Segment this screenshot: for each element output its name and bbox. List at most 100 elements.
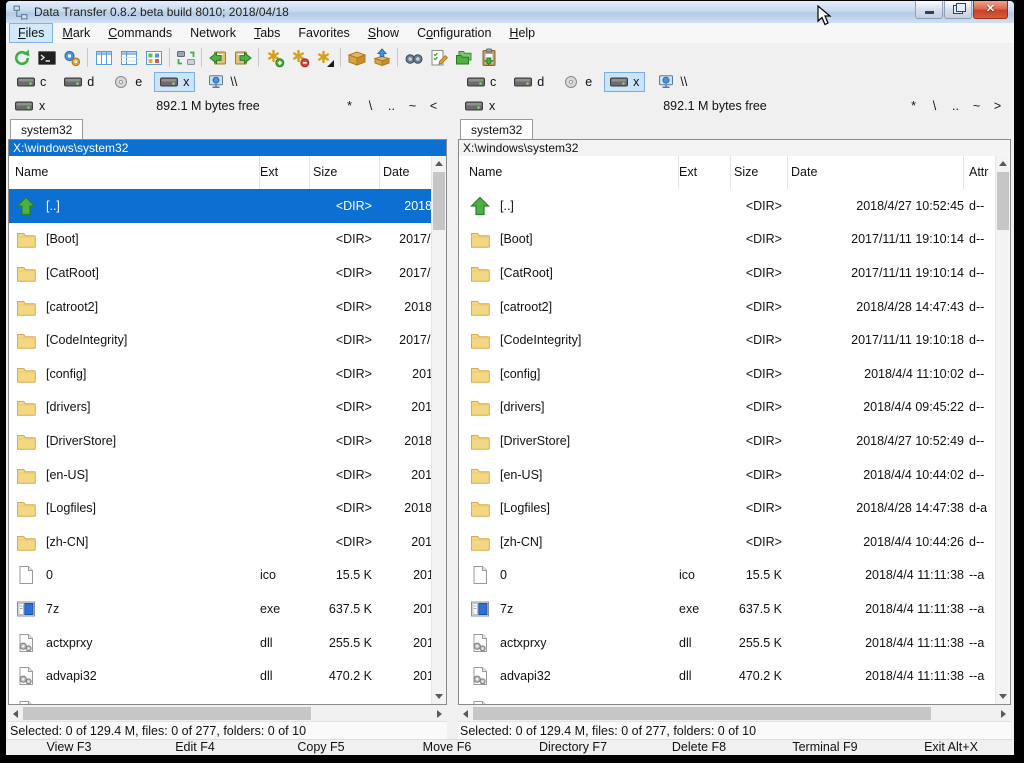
scroll-right-button[interactable] (432, 706, 447, 721)
file-row[interactable]: [en-US]<DIR>2018/4/4 10:44:02d-- (459, 458, 995, 492)
scroll-left-button[interactable] (8, 706, 23, 721)
horizontal-scrollbar[interactable] (8, 706, 447, 721)
restore-button[interactable] (944, 1, 972, 19)
file-row[interactable]: [CodeIntegrity]<DIR>2017/11/11 19:10:18d… (459, 323, 995, 357)
home-button[interactable]: ~ (402, 99, 423, 113)
drive-button-d[interactable]: d (58, 72, 100, 92)
file-row[interactable]: 0ico15.5 K2018/4/4 11:11:38--a (9, 559, 431, 593)
file-row[interactable]: [Logfiles]<DIR>2018/4/28 14:47:38d-a (9, 491, 431, 525)
path-bar[interactable]: X:\windows\system32 (9, 140, 446, 156)
refresh-button[interactable] (9, 46, 34, 69)
file-row[interactable] (459, 693, 995, 704)
horizontal-scrollbar[interactable] (458, 706, 1011, 721)
scroll-right-button[interactable] (996, 706, 1011, 721)
drive-button-e[interactable]: e (556, 72, 598, 92)
scroll-up-button[interactable] (432, 156, 446, 171)
file-row[interactable]: 7zexe637.5 K2018/4/4 11:11:38--a (459, 592, 995, 626)
fn-edit-f4[interactable]: Edit F4 (132, 740, 258, 755)
column-header-size[interactable]: Size (310, 156, 380, 189)
fn-delete-f8[interactable]: Delete F8 (636, 740, 762, 755)
file-row[interactable]: [zh-CN]<DIR>2018/4/4 10:44:26d-- (459, 525, 995, 559)
scroll-down-button[interactable] (432, 689, 446, 704)
title-bar[interactable]: Data Transfer 0.8.2 beta build 8010; 201… (6, 1, 1014, 23)
vertical-scrollbar[interactable] (431, 156, 446, 704)
file-row[interactable] (9, 693, 431, 704)
drive-selector[interactable]: x (15, 99, 77, 113)
menu-mark[interactable]: Mark (53, 23, 99, 43)
menu-show[interactable]: Show (359, 23, 408, 43)
close-button[interactable]: ✕ (973, 1, 1008, 19)
menu-commands[interactable]: Commands (99, 23, 181, 43)
menu-files[interactable]: Files (9, 23, 53, 43)
menu-configuration[interactable]: Configuration (408, 23, 500, 43)
vertical-scroll-thumb[interactable] (997, 172, 1009, 230)
settings-button[interactable] (59, 46, 84, 69)
file-row[interactable]: [catroot2]<DIR>2018/4/28 14:47:43d-- (9, 290, 431, 324)
fn-terminal-f9[interactable]: Terminal F9 (762, 740, 888, 755)
history-forward-button[interactable]: > (987, 99, 1008, 113)
file-row[interactable]: actxprxydll255.5 K2018/4/4 11:11:38--a (459, 626, 995, 660)
search-button[interactable] (401, 46, 426, 69)
file-row[interactable]: [Boot]<DIR>2017/11/11 19:10:14d-- (9, 223, 431, 257)
drive-button-network[interactable]: \\ (201, 72, 243, 92)
drive-button-d[interactable]: d (508, 72, 550, 92)
fn-view-f3[interactable]: View F3 (6, 740, 132, 755)
column-header-name[interactable]: Name (9, 156, 260, 189)
column-header-ext[interactable]: Ext (679, 156, 731, 189)
file-row[interactable]: [catroot2]<DIR>2018/4/28 14:47:43d-- (459, 290, 995, 324)
drive-button-c[interactable]: c (461, 72, 502, 92)
file-row[interactable]: actxprxydll255.5 K2018/4/4 11:11:38--a (9, 626, 431, 660)
drive-button-x[interactable]: x (604, 72, 645, 92)
tab-system32[interactable]: system32 (460, 119, 533, 139)
file-row[interactable]: [Logfiles]<DIR>2018/4/28 14:47:38d-a (459, 491, 995, 525)
root-button[interactable]: \ (360, 99, 381, 113)
details-view-button[interactable] (116, 46, 141, 69)
fn-move-f6[interactable]: Move F6 (384, 740, 510, 755)
menu-favorites[interactable]: Favorites (289, 23, 358, 43)
file-row[interactable]: [zh-CN]<DIR>2018/4/4 10:44:26d-- (9, 525, 431, 559)
thumbnails-view-button[interactable] (141, 46, 166, 69)
fn-exit-alt-x[interactable]: Exit Alt+X (888, 740, 1014, 755)
file-row[interactable]: [CatRoot]<DIR>2017/11/11 19:10:14d-- (459, 256, 995, 290)
parent-dir-button[interactable]: .. (945, 99, 966, 113)
column-header-date[interactable]: Date (788, 156, 964, 189)
multi-rename-button[interactable] (426, 46, 451, 69)
file-row[interactable]: 7zexe637.5 K2018/4/4 11:11:38--a (9, 592, 431, 626)
fn-copy-f5[interactable]: Copy F5 (258, 740, 384, 755)
file-row[interactable]: advapi32dll470.2 K2018/4/4 11:11:38--a (9, 659, 431, 693)
sync-dirs-button[interactable] (451, 46, 476, 69)
menu-network[interactable]: Network (181, 23, 245, 43)
file-row[interactable]: [CodeIntegrity]<DIR>2017/11/11 19:10:18d… (9, 323, 431, 357)
scroll-down-button[interactable] (996, 689, 1010, 704)
file-row[interactable]: [..]<DIR>2018/4/27 10:52:45d-- (9, 189, 431, 223)
menu-tabs[interactable]: Tabs (245, 23, 289, 43)
select-all-button[interactable]: * (903, 99, 924, 113)
tab-system32[interactable]: system32 (10, 119, 83, 139)
favorite-remove-button[interactable] (287, 46, 312, 69)
vertical-scroll-thumb[interactable] (433, 172, 445, 230)
file-row[interactable]: [drivers]<DIR>2018/4/4 09:45:22d-- (9, 391, 431, 425)
connect-button[interactable] (173, 46, 198, 69)
file-row[interactable]: [config]<DIR>2018/4/4 11:10:02d-- (459, 357, 995, 391)
drive-button-network[interactable]: \\ (651, 72, 693, 92)
horizontal-scroll-thumb[interactable] (23, 707, 311, 720)
history-forward-button[interactable] (230, 46, 255, 69)
file-row[interactable]: 0ico15.5 K2018/4/4 11:11:38--a (459, 559, 995, 593)
unpack-button[interactable] (369, 46, 394, 69)
drive-button-c[interactable]: c (11, 72, 52, 92)
file-row[interactable]: [en-US]<DIR>2018/4/4 10:44:02d-- (9, 458, 431, 492)
path-bar[interactable]: X:\windows\system32 (459, 140, 1010, 156)
columns-view-button[interactable] (91, 46, 116, 69)
file-row[interactable]: [Boot]<DIR>2017/11/11 19:10:14d-- (459, 223, 995, 257)
column-header-size[interactable]: Size (731, 156, 788, 189)
file-row[interactable]: [DriverStore]<DIR>2018/4/27 10:52:49d-- (459, 424, 995, 458)
history-back-button[interactable] (205, 46, 230, 69)
fn-directory-f7[interactable]: Directory F7 (510, 740, 636, 755)
drive-button-x[interactable]: x (154, 72, 195, 92)
minimize-button[interactable] (915, 1, 943, 19)
favorite-menu-button[interactable] (312, 46, 337, 69)
history-back-button[interactable]: < (423, 99, 444, 113)
file-row[interactable]: [drivers]<DIR>2018/4/4 09:45:22d-- (459, 391, 995, 425)
file-row[interactable]: advapi32dll470.2 K2018/4/4 11:11:38--a (459, 659, 995, 693)
root-button[interactable]: \ (924, 99, 945, 113)
